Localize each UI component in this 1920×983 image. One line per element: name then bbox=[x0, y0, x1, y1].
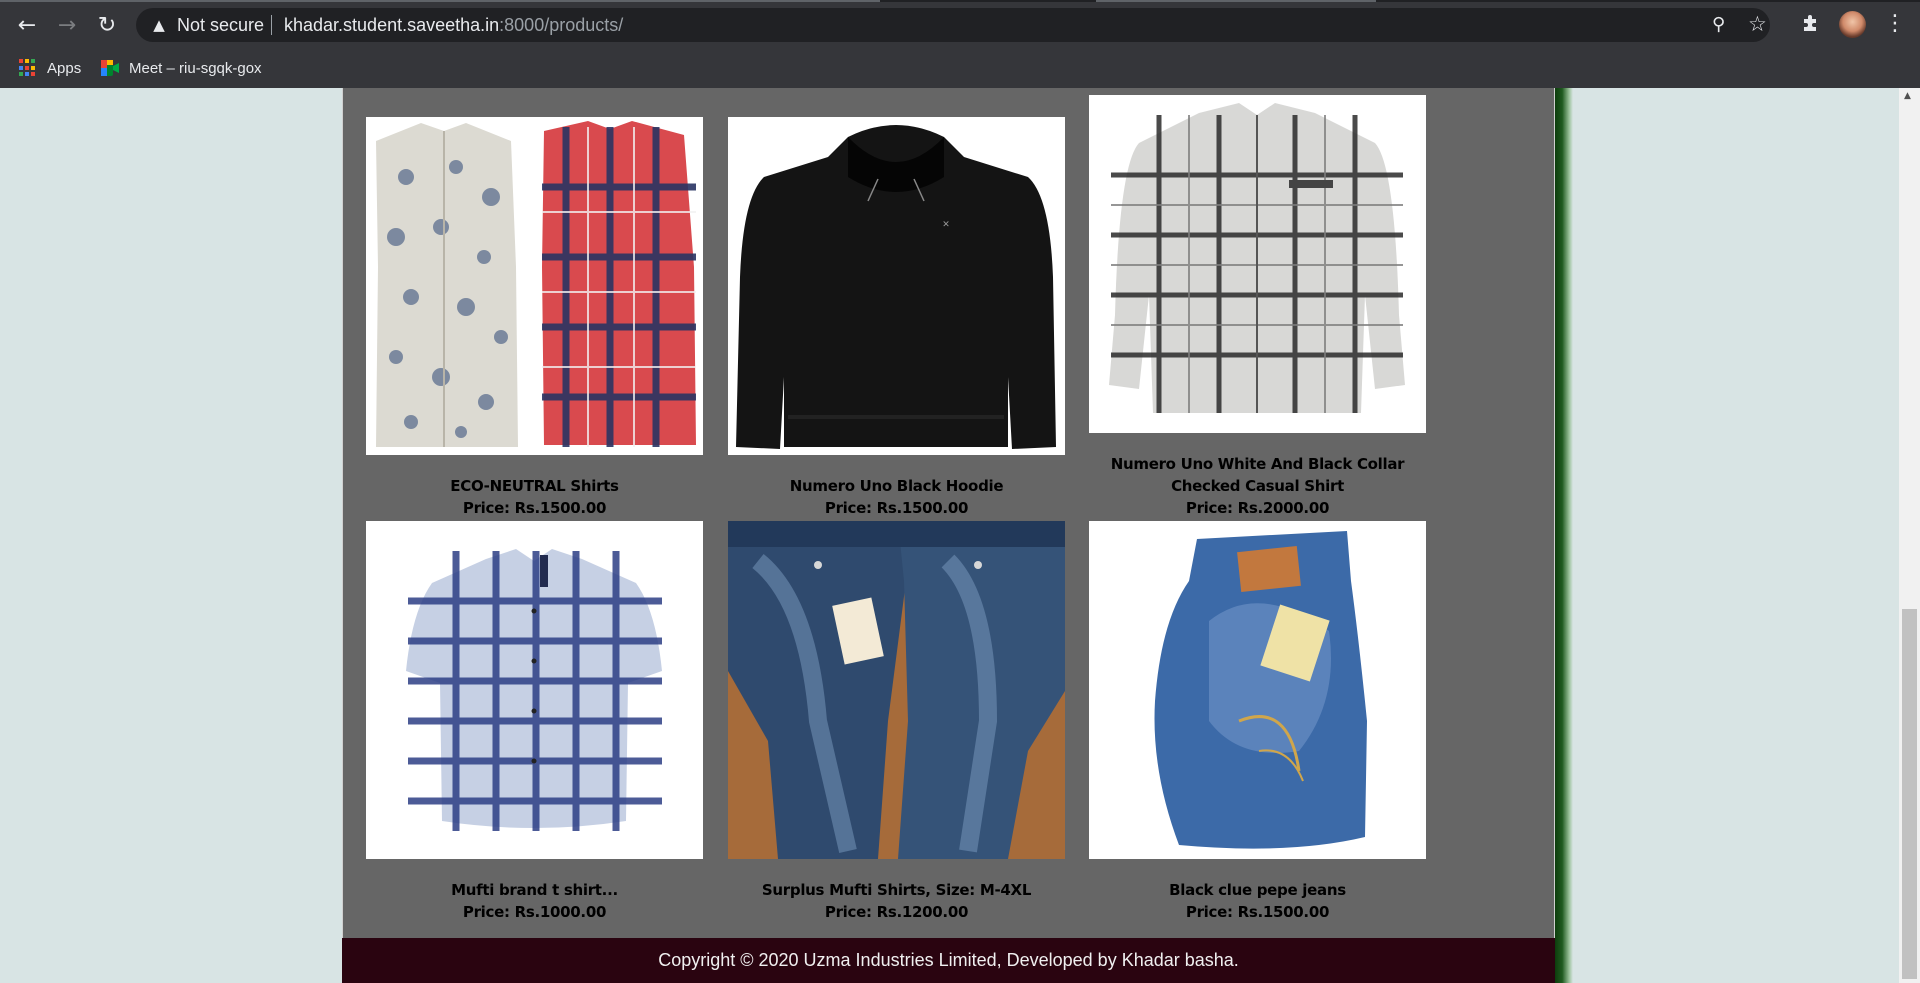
bookmark-meet[interactable]: Meet – riu-sgqk-gox bbox=[101, 54, 262, 82]
zoom-icon[interactable]: ⚲ bbox=[1712, 14, 1725, 35]
url-text[interactable]: khadar.student.saveetha.in:8000/products… bbox=[284, 15, 623, 35]
bookmark-meet-label: Meet – riu-sgqk-gox bbox=[129, 59, 262, 77]
product-name[interactable]: Numero Uno Black Hoodie bbox=[718, 475, 1075, 497]
product-price: Price: Rs.1200.00 bbox=[824, 903, 969, 921]
product-name[interactable]: Numero Uno White And Black Collar Checke… bbox=[1079, 453, 1436, 497]
product-price: Price: Rs.1500.00 bbox=[462, 499, 607, 517]
product-price: Price: Rs.1500.00 bbox=[824, 499, 969, 517]
warning-icon: ▲ bbox=[153, 16, 165, 34]
browser-chrome: ← → ↻ ▲ Not secure khadar.student.saveet… bbox=[0, 0, 1920, 88]
url-host: khadar.student.saveetha.in bbox=[284, 15, 500, 35]
scroll-up-arrow-icon[interactable]: ▲ bbox=[1904, 91, 1911, 101]
browser-menu-icon[interactable]: ⋮ bbox=[1884, 10, 1906, 38]
forward-button[interactable]: → bbox=[51, 9, 83, 41]
page-viewport: ECO-NEUTRAL Shirts Price: Rs.1500.00 ✕ N… bbox=[0, 88, 1920, 983]
product-image-blue-checked-shirt[interactable] bbox=[366, 521, 703, 859]
page-edge-shadow bbox=[1555, 88, 1573, 983]
product-price: Price: Rs.1000.00 bbox=[462, 903, 607, 921]
product-image-mufti-jeans[interactable] bbox=[728, 521, 1065, 859]
bookmark-star-icon[interactable]: ☆ bbox=[1748, 12, 1767, 36]
site-footer: Copyright © 2020 Uzma Industries Limited… bbox=[342, 938, 1555, 983]
vertical-scrollbar[interactable]: ▲ bbox=[1899, 88, 1920, 983]
copyright-text: Copyright © 2020 Uzma Industries Limited… bbox=[658, 950, 1239, 970]
product-image-checked-shirts[interactable] bbox=[366, 117, 703, 455]
omnibox-divider bbox=[271, 15, 272, 35]
extensions-puzzle-icon[interactable] bbox=[1800, 12, 1822, 34]
product-name[interactable]: Mufti brand t shirt... bbox=[356, 879, 713, 901]
svg-text:✕: ✕ bbox=[942, 220, 950, 230]
product-name[interactable]: Black clue pepe jeans bbox=[1079, 879, 1436, 901]
product-image-black-hoodie[interactable]: ✕ bbox=[728, 117, 1065, 455]
reload-button[interactable]: ↻ bbox=[91, 9, 123, 41]
bookmark-apps-label: Apps bbox=[47, 59, 82, 77]
security-status[interactable]: Not secure bbox=[177, 15, 264, 35]
product-image-grey-checked-shirt[interactable] bbox=[1089, 95, 1426, 433]
product-name[interactable]: Surplus Mufti Shirts, Size: M-4XL bbox=[718, 879, 1075, 901]
product-name[interactable]: ECO-NEUTRAL Shirts bbox=[356, 475, 713, 497]
address-bar[interactable]: ▲ Not secure khadar.student.saveetha.in:… bbox=[136, 8, 1770, 42]
product-image-blue-jeans[interactable] bbox=[1089, 521, 1426, 859]
scrollbar-thumb[interactable] bbox=[1902, 609, 1917, 979]
tab-strip-edge bbox=[0, 0, 1920, 2]
product-price: Price: Rs.1500.00 bbox=[1185, 903, 1330, 921]
profile-avatar[interactable] bbox=[1839, 11, 1866, 38]
products-container: ECO-NEUTRAL Shirts Price: Rs.1500.00 ✕ N… bbox=[342, 88, 1555, 938]
apps-grid-icon bbox=[19, 59, 37, 77]
url-path: :8000/products/ bbox=[499, 15, 624, 35]
back-button[interactable]: ← bbox=[11, 9, 43, 41]
google-meet-icon bbox=[101, 60, 119, 76]
bookmarks-bar: Apps Meet – riu-sgqk-gox bbox=[0, 50, 1920, 88]
product-price: Price: Rs.2000.00 bbox=[1185, 499, 1330, 517]
bookmark-apps[interactable]: Apps bbox=[19, 54, 81, 82]
